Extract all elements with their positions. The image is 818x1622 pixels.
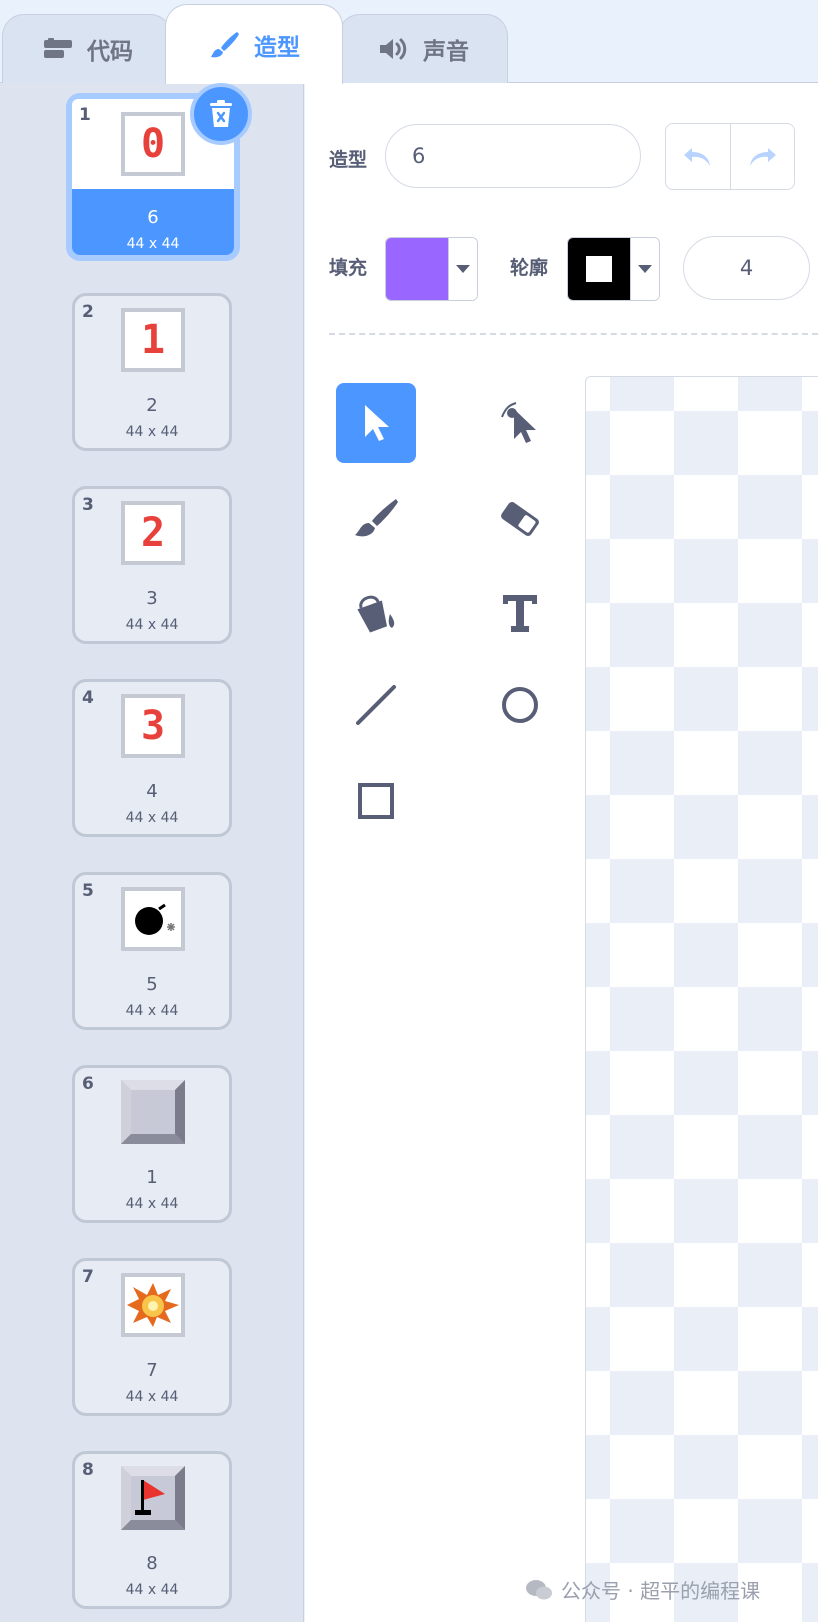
costume-image-digit-1: 1 (140, 317, 166, 363)
costume-size: 44 x 44 (126, 236, 180, 252)
costume-name: 2 (146, 395, 158, 416)
costume-item-2[interactable]: 2 1 2 44 x 44 (72, 293, 232, 451)
fill-tool[interactable] (336, 573, 416, 653)
costume-name: 3 (146, 588, 158, 609)
arrow-cursor-icon (365, 405, 389, 441)
costume-name: 1 (146, 1167, 158, 1188)
redo-icon (750, 147, 777, 166)
costume-thumbnail: 3 (121, 694, 185, 758)
tab-code[interactable]: 代码 (2, 14, 172, 83)
paintbrush-icon (208, 31, 242, 59)
brush-tool[interactable] (336, 479, 416, 559)
eraser-icon (501, 502, 539, 536)
delete-costume-button[interactable] (190, 83, 252, 145)
costume-image-digit-2: 2 (140, 510, 166, 556)
circle-icon (502, 687, 538, 723)
costume-size: 44 x 44 (125, 1196, 179, 1212)
costume-number: 8 (82, 1460, 94, 1480)
toolbar-divider (329, 333, 818, 335)
costume-size: 44 x 44 (125, 1582, 179, 1598)
outline-color-picker[interactable] (567, 237, 660, 301)
costume-thumbnail (121, 1466, 185, 1530)
undo-icon (683, 147, 710, 166)
costume-item-7[interactable]: 7 7 44 x 44 (72, 1258, 232, 1416)
costume-name: 6 (147, 207, 159, 228)
circle-tool[interactable] (480, 665, 560, 745)
tab-costumes[interactable]: 造型 (165, 4, 343, 84)
costume-size: 44 x 44 (125, 1003, 179, 1019)
costume-number: 4 (82, 688, 94, 708)
watermark: 公众号 · 超平的编程课 (525, 1575, 760, 1604)
costume-item-6[interactable]: 6 1 44 x 44 (72, 1065, 232, 1223)
editor-tab-bar: 代码 造型 声音 (0, 0, 818, 84)
outline-color-swatch (568, 238, 630, 300)
text-t-icon (503, 595, 537, 632)
paint-editor: 造型 6 填充 轮廓 4 (305, 83, 818, 1622)
costume-name: 5 (146, 974, 158, 995)
tab-sounds[interactable]: 声音 (338, 14, 508, 83)
outline-width-input[interactable]: 4 (683, 236, 810, 300)
costume-thumbnail: 1 (121, 308, 185, 372)
costume-image-digit-0: 0 (140, 121, 166, 167)
costume-name: 4 (146, 781, 158, 802)
tab-code-label: 代码 (87, 39, 133, 65)
costume-item-5[interactable]: 5 5 44 x 44 (72, 872, 232, 1030)
line-tool[interactable] (336, 665, 416, 745)
costume-number: 6 (82, 1074, 94, 1094)
costume-number: 5 (82, 881, 94, 901)
paint-bucket-icon (357, 595, 395, 633)
fill-color-swatch (386, 238, 448, 300)
costume-item-4[interactable]: 4 3 4 44 x 44 (72, 679, 232, 837)
fill-label: 填充 (329, 257, 368, 279)
costume-name: 7 (146, 1360, 158, 1381)
costume-number: 3 (82, 495, 94, 515)
wechat-icon (526, 1579, 552, 1599)
undo-redo-group (665, 123, 795, 190)
drawing-canvas[interactable] (585, 376, 818, 1622)
reshape-icon (501, 402, 536, 443)
rectangle-icon (358, 783, 394, 819)
eraser-tool[interactable] (480, 479, 560, 559)
tab-costumes-label: 造型 (254, 34, 300, 61)
costume-size: 44 x 44 (125, 1389, 179, 1405)
line-icon (356, 685, 396, 725)
costume-number: 2 (82, 302, 94, 322)
text-tool[interactable] (480, 573, 560, 653)
costume-name-label: 造型 (329, 149, 368, 171)
costume-name: 8 (146, 1553, 158, 1574)
costume-number: 7 (82, 1267, 94, 1287)
costume-thumbnail (121, 887, 185, 951)
costume-number: 1 (79, 105, 91, 125)
rectangle-tool[interactable] (336, 761, 416, 841)
explosion-icon (127, 1283, 179, 1327)
costume-image-digit-3: 3 (140, 703, 166, 749)
costume-thumbnail (121, 1080, 185, 1144)
tab-sounds-label: 声音 (423, 39, 469, 65)
bomb-icon (135, 903, 175, 935)
costume-name-input[interactable]: 6 (385, 124, 641, 188)
undo-button[interactable] (666, 124, 730, 189)
redo-button[interactable] (729, 124, 795, 189)
watermark-text: 公众号 · 超平的编程课 (561, 1579, 761, 1603)
costume-size: 44 x 44 (125, 617, 179, 633)
speaker-icon (377, 35, 411, 63)
reshape-tool[interactable] (480, 383, 560, 463)
flag-block-icon (121, 1466, 185, 1530)
costume-item-3[interactable]: 3 2 3 44 x 44 (72, 486, 232, 644)
paintbrush-icon (355, 499, 398, 537)
costume-size: 44 x 44 (125, 810, 179, 826)
raised-block-icon (121, 1080, 185, 1144)
costume-size: 44 x 44 (125, 424, 179, 440)
costume-list: 0 1 6 44 x 44 2 1 2 44 x 44 3 2 3 44 x 4… (0, 83, 304, 1622)
code-blocks-icon (41, 35, 75, 63)
costume-item-8[interactable]: 8 8 44 x 44 (72, 1451, 232, 1609)
costume-thumbnail (121, 1273, 185, 1337)
chevron-down-icon (629, 238, 659, 300)
chevron-down-icon (447, 238, 477, 300)
fill-color-picker[interactable] (385, 237, 478, 301)
select-tool[interactable] (336, 383, 416, 463)
outline-label: 轮廓 (510, 257, 549, 279)
trash-icon (210, 100, 232, 127)
costume-thumbnail: 2 (121, 501, 185, 565)
